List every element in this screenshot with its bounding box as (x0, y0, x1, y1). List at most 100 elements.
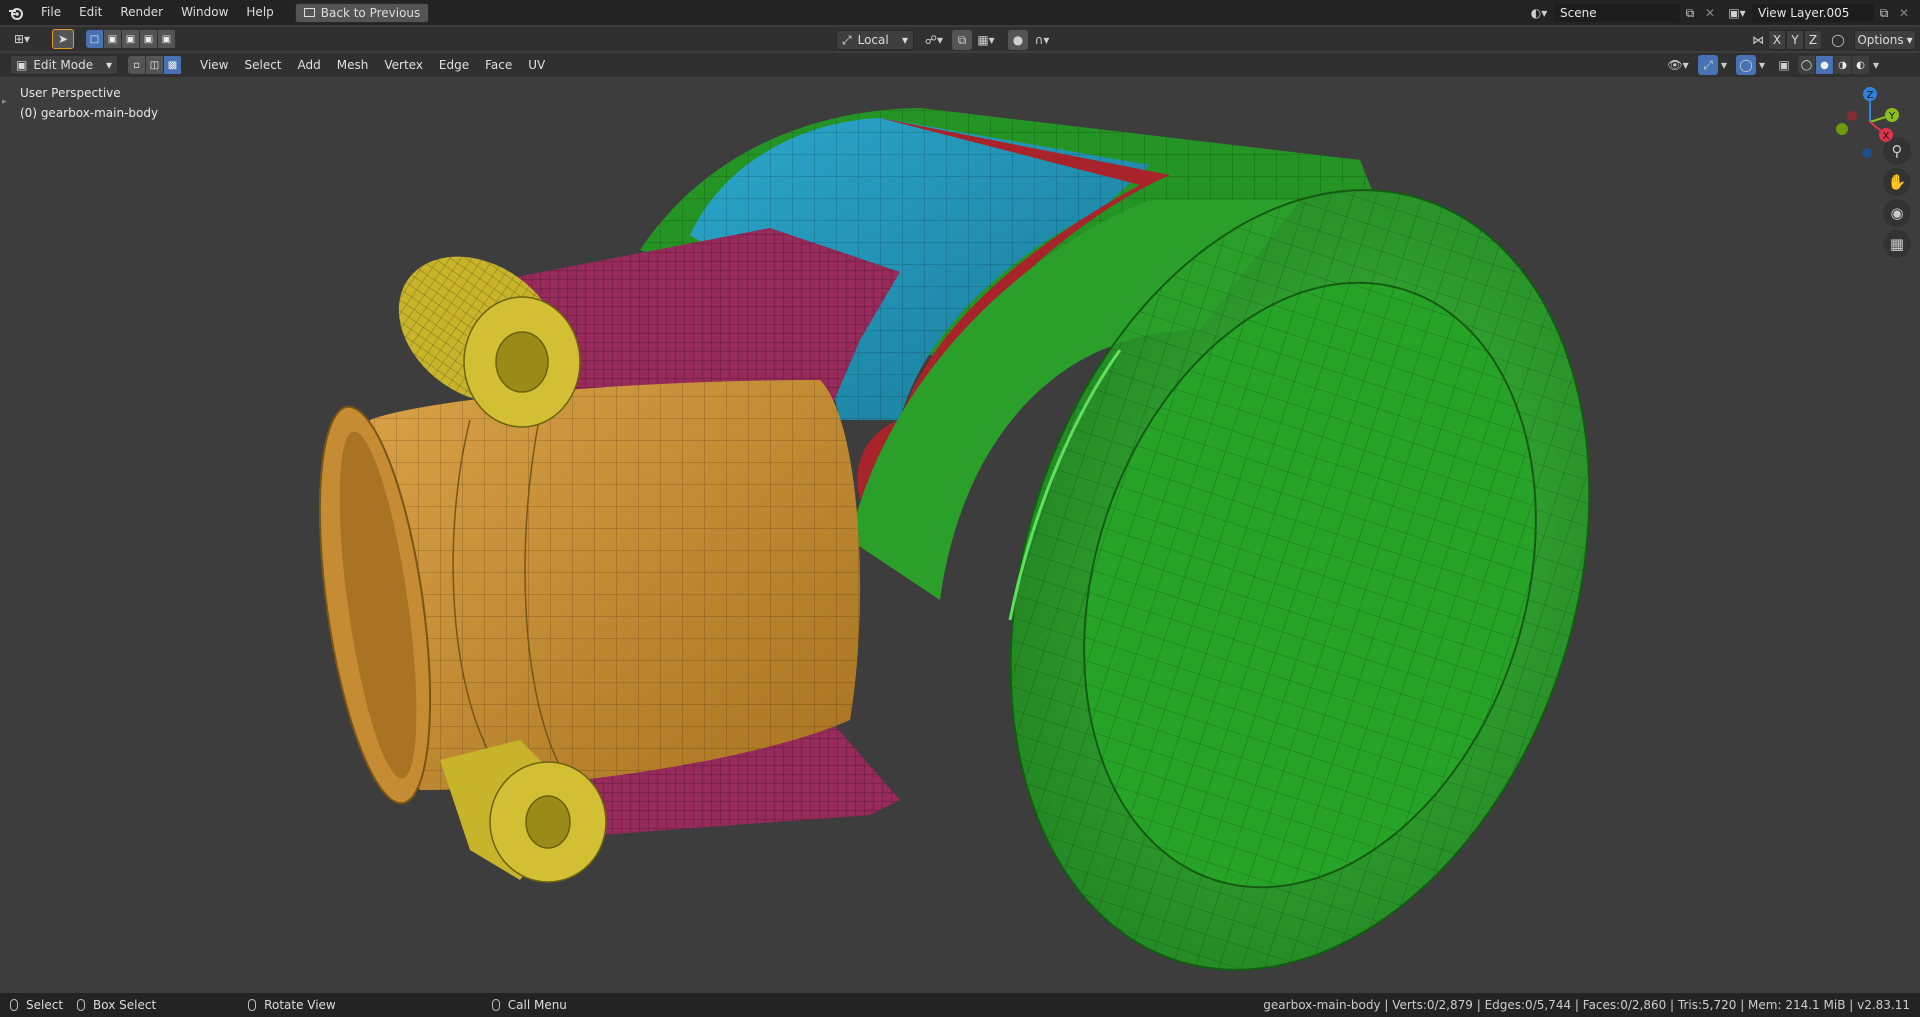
menu-view[interactable]: View (192, 54, 236, 76)
new-scene-icon[interactable]: ⧉ (1680, 3, 1700, 23)
rendered-shading-icon[interactable]: ◐ (1852, 56, 1870, 74)
orientation-label: Local (857, 33, 889, 47)
select-invert-icon[interactable]: ▣ (140, 30, 158, 48)
menu-help[interactable]: Help (237, 0, 282, 25)
hint-select: Select (10, 998, 63, 1012)
gizmo-y-label: Y (1888, 111, 1896, 122)
viewport-menus: View Select Add Mesh Vertex Edge Face UV (192, 54, 553, 76)
select-new-icon[interactable]: □ (86, 30, 104, 48)
hint-select-label: Select (26, 998, 64, 1012)
screen-icon (303, 8, 315, 17)
camera-icon[interactable]: ◉ (1883, 199, 1911, 227)
hint-box-select: Box Select (77, 998, 156, 1012)
menu-vertex[interactable]: Vertex (376, 54, 431, 76)
select-subtract-icon[interactable]: ▣ (122, 30, 140, 48)
face-select-icon[interactable]: ▩ (164, 56, 182, 74)
auto-merge-icon[interactable]: ◯ (1828, 30, 1848, 50)
falloff-icon[interactable]: ∩▾ (1028, 30, 1056, 50)
menu-edge[interactable]: Edge (431, 54, 477, 76)
shading-dropdown-icon[interactable]: ▾ (1870, 55, 1882, 75)
select-extend-icon[interactable]: ▣ (104, 30, 122, 48)
menu-select[interactable]: Select (236, 54, 289, 76)
menu-face[interactable]: Face (477, 54, 520, 76)
view-layer-selector: ▣▾ View Layer.005 ⧉ ✕ (1722, 3, 1914, 23)
gizmo-neg-y-icon[interactable] (1836, 123, 1848, 135)
mirror-y-button[interactable]: Y (1786, 30, 1804, 50)
proportional-edit-icon[interactable]: ● (1008, 30, 1028, 50)
menu-uv[interactable]: UV (520, 54, 553, 76)
edit-mode-icon: ▣ (16, 58, 28, 72)
xray-toggle-icon[interactable]: ▣ (1774, 55, 1794, 75)
mirror-x-button[interactable]: X (1768, 30, 1786, 50)
menu-render[interactable]: Render (111, 0, 172, 25)
options-dropdown[interactable]: Options ▾ (1854, 30, 1916, 50)
gizmo-neg-z-icon[interactable] (1862, 148, 1872, 158)
view-layer-icon[interactable]: ▣▾ (1722, 3, 1752, 23)
shading-mode-group: ◯ ● ◑ ◐ (1798, 56, 1870, 74)
editor-type-icon[interactable]: ⊞▾ (8, 29, 36, 49)
mirror-icon[interactable]: ⋈ (1748, 30, 1768, 50)
pan-hand-icon[interactable]: ✋ (1883, 168, 1911, 196)
menu-file[interactable]: File (32, 0, 70, 25)
gizmo-z-label: Z (1867, 90, 1874, 101)
mouse-left-icon (10, 999, 18, 1011)
edge-select-icon[interactable]: ◫ (146, 56, 164, 74)
transform-controls: ⤢ Local ▾ ☍▾ ⧉ ▦▾ ● ∩▾ (836, 30, 1056, 50)
new-view-layer-icon[interactable]: ⧉ (1874, 3, 1894, 23)
wireframe-shading-icon[interactable]: ◯ (1798, 56, 1816, 74)
mirror-axes: ⋈ X Y Z ◯ Options ▾ (1748, 30, 1916, 50)
view-layer-field[interactable]: View Layer.005 (1752, 4, 1874, 22)
scene-name-field[interactable]: Scene (1554, 4, 1680, 22)
gizmo-neg-x-icon[interactable] (1847, 111, 1857, 121)
material-shading-icon[interactable]: ◑ (1834, 56, 1852, 74)
back-to-previous-button[interactable]: Back to Previous (294, 2, 430, 23)
mirror-z-button[interactable]: Z (1804, 30, 1822, 50)
scene-icon[interactable]: ◐▾ (1524, 3, 1554, 23)
chevron-down-icon: ▾ (105, 58, 112, 72)
hint-call-menu-label: Call Menu (507, 998, 567, 1012)
hint-call-menu: Call Menu (491, 998, 567, 1012)
select-intersect-icon[interactable]: ▣ (158, 30, 176, 48)
selection-mode-group: □ ▣ ▣ ▣ ▣ (86, 30, 176, 48)
delete-view-layer-icon[interactable]: ✕ (1894, 3, 1914, 23)
perspective-toggle-icon[interactable]: ▦ (1883, 230, 1911, 258)
overlays-dropdown-icon[interactable]: ▾ (1756, 55, 1768, 75)
menu-add[interactable]: Add (290, 54, 329, 76)
pivot-point-icon[interactable]: ☍▾ (920, 30, 948, 50)
scene-statistics: gearbox-main-body | Verts:0/2,879 | Edge… (1263, 998, 1910, 1012)
hint-rotate-view: Rotate View (248, 998, 336, 1012)
yellow-boss-upper[interactable] (371, 226, 590, 433)
mouse-drag-icon (77, 999, 86, 1011)
menu-mesh[interactable]: Mesh (329, 54, 377, 76)
perspective-label: User Perspective (20, 86, 121, 100)
menu-edit[interactable]: Edit (70, 0, 111, 25)
delete-scene-icon[interactable]: ✕ (1700, 3, 1720, 23)
chevron-down-icon: ▾ (901, 33, 908, 47)
object-label: (0) gearbox-main-body (20, 106, 159, 120)
menu-window[interactable]: Window (172, 0, 237, 25)
select-mode-group: ▫ ◫ ▩ (128, 56, 182, 74)
overlays-toggle-icon[interactable]: ◯ (1736, 55, 1756, 75)
mouse-middle-icon (248, 999, 257, 1011)
transform-orientation-dropdown[interactable]: ⤢ Local ▾ (836, 30, 914, 50)
3d-viewport[interactable]: User Perspective (0) gearbox-main-body Z… (0, 77, 1920, 993)
zoom-icon[interactable]: ⚲ (1883, 137, 1911, 165)
back-to-previous-label: Back to Previous (320, 5, 421, 20)
top-bar: File Edit Render Window Help Back to Pre… (0, 0, 1920, 25)
options-label: Options (1857, 33, 1904, 47)
blender-logo-icon[interactable] (6, 3, 26, 23)
gizmo-dropdown-icon[interactable]: ▾ (1718, 55, 1730, 75)
shading-controls: 👁▾ ⤢ ▾ ◯ ▾ ▣ ◯ ● ◑ ◐ ▾ (1664, 55, 1882, 75)
gizmo-toggle-icon[interactable]: ⤢ (1698, 55, 1718, 75)
mouse-right-icon (491, 999, 500, 1011)
solid-shading-icon[interactable]: ● (1816, 56, 1834, 74)
tool-header: ⊞▾ ➤ □ ▣ ▣ ▣ ▣ ⤢ Local ▾ ☍▾ ⧉ ▦▾ ● ∩▾ ⋈ … (0, 27, 1920, 51)
gearbox-mesh[interactable] (0, 77, 1920, 993)
snap-element-icon[interactable]: ▦▾ (972, 30, 1000, 50)
visibility-icon[interactable]: 👁▾ (1664, 55, 1692, 75)
select-tool-icon[interactable]: ➤ (52, 29, 74, 49)
vertex-select-icon[interactable]: ▫ (128, 56, 146, 74)
left-sidebar-toggle-icon[interactable]: ▸ (2, 97, 7, 107)
snap-toggle-icon[interactable]: ⧉ (952, 30, 972, 50)
mode-dropdown[interactable]: ▣ Edit Mode ▾ (10, 55, 118, 75)
